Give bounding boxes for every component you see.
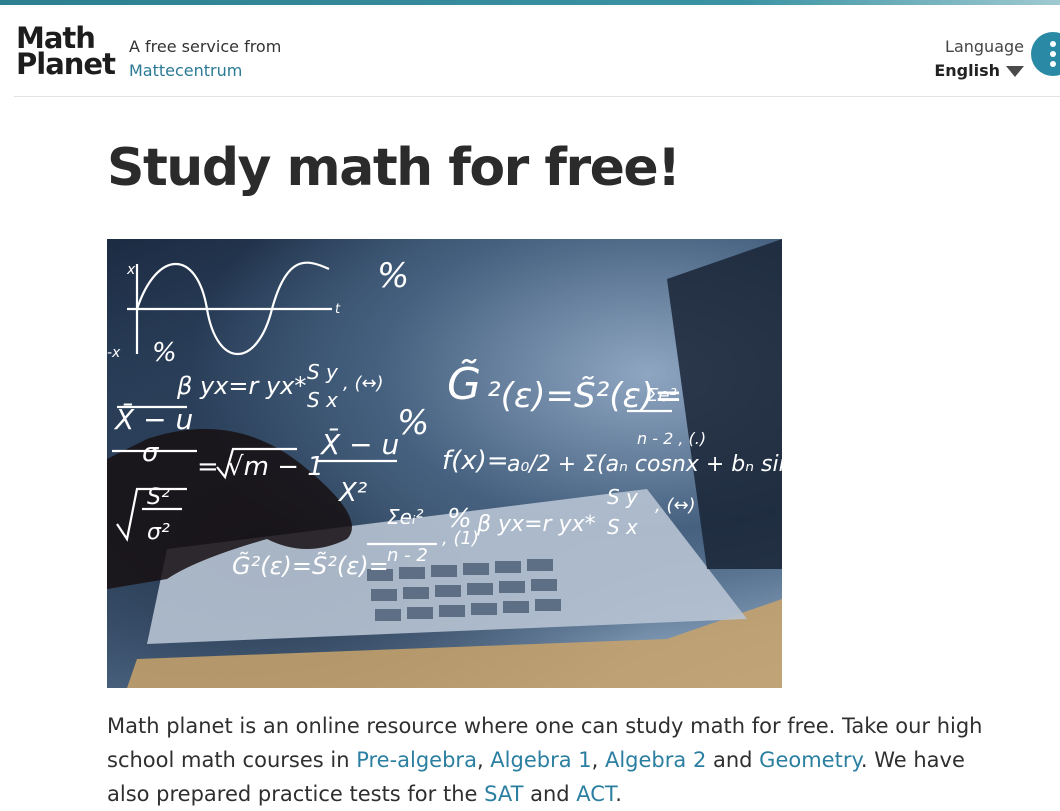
svg-text:-x: -x [107,345,121,361]
tagline-text: A free service from [129,37,282,56]
svg-text:Σeᵢ²: Σeᵢ² [387,505,424,529]
svg-text:S x: S x [307,388,338,412]
pre-algebra-link[interactable]: Pre-algebra [356,748,477,772]
hero-illustration: x t -x % % β yx=r yx* S y S x , (↔) G̃ ²… [107,239,782,688]
svg-text:%: % [377,256,409,296]
svg-text:a₀/2 + Σ(aₙ cosnx + bₙ sinnx): a₀/2 + Σ(aₙ cosnx + bₙ sinnx) [507,452,782,477]
svg-text:= √m − 1: = √m − 1 [197,452,324,482]
tagline: A free service from Mattecentrum [129,35,281,83]
svg-text:S x: S x [607,515,638,539]
svg-text:X̄ − u: X̄ − u [319,427,399,461]
svg-text:G̃²(ε)=S̃²(ε)=: G̃²(ε)=S̃²(ε)= [232,552,389,580]
menu-dot-icon [1050,51,1056,57]
main-content: Study math for free! x t -x % % β yx=r y… [107,97,1007,806]
intro-sep-4: and [523,782,577,806]
intro-sep-1: , [476,748,491,772]
logo-line-2: Planet [16,47,116,81]
svg-text:X²: X² [337,478,367,508]
svg-text:Σe²: Σe² [647,385,677,406]
language-selector[interactable]: Language English [934,35,1024,83]
svg-text:S²: S² [147,485,170,510]
svg-text:x: x [126,262,136,278]
site-header: Math Planet A free service from Mattecen… [14,5,1060,97]
mattecentrum-link[interactable]: Mattecentrum [129,59,281,83]
svg-text:, (↔): , (↔) [655,495,696,516]
menu-dot-icon [1050,61,1056,67]
svg-text:σ: σ [142,438,160,468]
svg-text:S y: S y [307,360,339,384]
svg-text:S y: S y [607,485,639,509]
svg-text:X̄ − u: X̄ − u [113,402,193,436]
caret-down-icon [1006,65,1024,77]
page-title: Study math for free! [107,138,681,198]
svg-text:%: % [152,338,177,368]
svg-text:, (↔): , (↔) [343,373,384,394]
sat-link[interactable]: SAT [484,782,523,806]
language-label: Language [945,37,1024,56]
svg-text:, (1): , (1) [442,528,479,549]
svg-text:β yx=r yx*: β yx=r yx* [176,372,306,400]
algebra-2-link[interactable]: Algebra 2 [605,748,706,772]
svg-text:σ²: σ² [147,520,170,545]
menu-dot-icon [1050,41,1056,47]
hero-image: x t -x % % β yx=r yx* S y S x , (↔) G̃ ²… [107,239,782,688]
intro-paragraph: Math planet is an online resource where … [107,709,1007,811]
language-value: English [934,61,1000,80]
intro-sep-3: and [706,748,760,772]
svg-text:t: t [335,302,341,317]
math-planet-logo[interactable]: Math Planet [16,24,116,81]
svg-text:β yx=r yx*: β yx=r yx* [476,512,596,537]
intro-text-3: . [615,782,622,806]
language-dropdown[interactable]: English [934,59,1024,83]
act-link[interactable]: ACT [576,782,615,806]
svg-text:f(x)=: f(x)= [442,446,509,476]
svg-text:n - 2 , (.): n - 2 , (.) [637,429,706,448]
geometry-link[interactable]: Geometry [759,748,861,772]
svg-text:%: % [397,403,429,443]
algebra-1-link[interactable]: Algebra 1 [490,748,591,772]
svg-text:G̃: G̃ [447,357,481,410]
intro-sep-2: , [591,748,605,772]
svg-text:n - 2: n - 2 [387,545,428,566]
